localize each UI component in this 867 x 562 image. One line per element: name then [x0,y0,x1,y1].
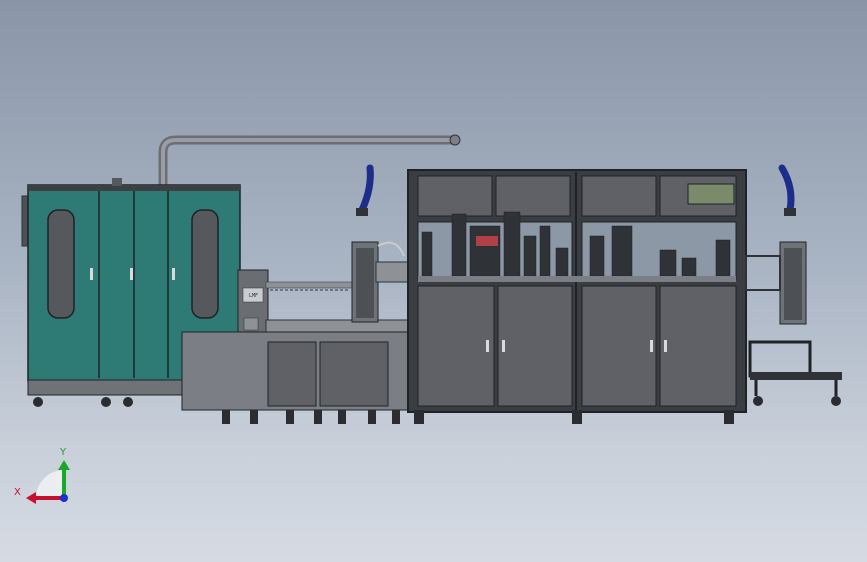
main-assembly-machine [407,169,747,424]
coordinate-triad: Y X [14,447,70,504]
y-axis-label: Y [59,447,67,458]
cad-viewport[interactable]: LMF Y X [0,0,867,562]
assembly-drawing: LMF Y X [14,134,842,504]
machine-placard: LMF [249,293,258,299]
outfeed-station [745,164,807,325]
x-axis-label: X [14,487,21,498]
outfeed-cart [748,340,842,406]
infeed-station [351,164,409,323]
triad-plane-icon [36,470,64,498]
z-axis-dot [60,494,68,502]
